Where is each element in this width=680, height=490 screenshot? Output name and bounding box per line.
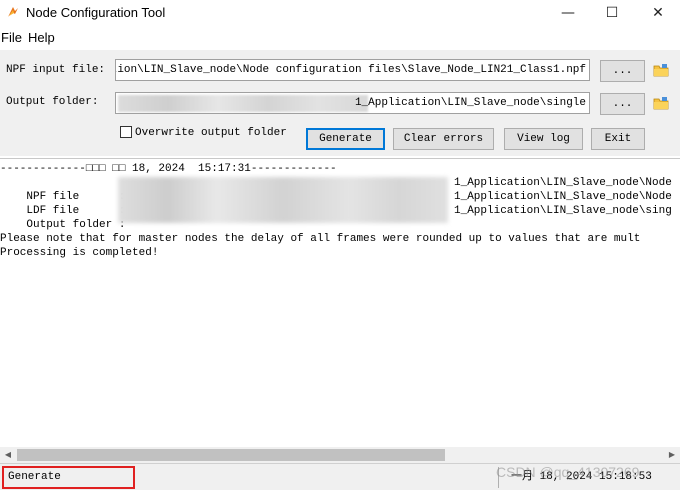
scroll-right-icon[interactable]: ▶ — [664, 447, 680, 463]
window-title: Node Configuration Tool — [26, 5, 166, 20]
title-bar: Node Configuration Tool — ☐ ✕ — [0, 0, 680, 26]
status-bar: Generate successful. 一月 18, 2024 15:18:5… — [0, 463, 680, 490]
output-folder-field[interactable]: 1_Application\LIN_Slave_node\single — [115, 92, 590, 114]
minimize-button[interactable]: — — [546, 0, 590, 26]
scrollbar-thumb[interactable] — [17, 449, 445, 461]
status-message: Generate successful. — [2, 466, 135, 489]
log-row-ldf-value: 1_Application\LIN_Slave_node\Node — [454, 191, 672, 203]
npf-input-field[interactable]: pplication\LIN_Slave_node\Node configura… — [115, 59, 590, 81]
npf-browse-button[interactable]: ... — [600, 60, 645, 82]
output-browse-button[interactable]: ... — [600, 93, 645, 115]
scroll-left-icon[interactable]: ◀ — [0, 447, 16, 463]
log-row-output-value: 1_Application\LIN_Slave_node\sing — [454, 205, 672, 217]
clear-errors-button[interactable]: Clear errors — [393, 128, 494, 150]
menu-bar: File Help — [0, 28, 680, 48]
npf-input-label: NPF input file: — [6, 64, 106, 76]
exit-button[interactable]: Exit — [591, 128, 645, 150]
maximize-button[interactable]: ☐ — [590, 0, 634, 26]
menu-help[interactable]: Help — [28, 30, 55, 45]
redacted-path — [118, 95, 368, 112]
log-note: Please note that for master nodes the de… — [0, 233, 641, 245]
close-button[interactable]: ✕ — [636, 0, 680, 26]
output-folder-icon[interactable] — [653, 96, 669, 110]
view-log-button[interactable]: View log — [504, 128, 583, 150]
redacted-paths — [118, 177, 448, 223]
log-header: -------------□□□ □□ 18, 2024 15:17:31---… — [0, 163, 337, 175]
menu-file[interactable]: File — [1, 30, 22, 45]
overwrite-checkbox[interactable] — [120, 126, 132, 138]
log-completed: Processing is completed! — [0, 247, 159, 259]
log-row-ldf: LDF file : — [26, 205, 126, 217]
generate-button[interactable]: Generate — [306, 128, 385, 150]
config-form: NPF input file: pplication\LIN_Slave_nod… — [0, 50, 680, 156]
log-output[interactable]: -------------□□□ □□ 18, 2024 15:17:31---… — [0, 158, 680, 447]
output-folder-label: Output folder: — [6, 96, 99, 108]
app-icon — [8, 7, 18, 17]
npf-folder-icon[interactable] — [653, 63, 669, 77]
overwrite-label[interactable]: Overwrite output folder — [135, 127, 287, 139]
log-row-npf-value: 1_Application\LIN_Slave_node\Node — [454, 177, 672, 189]
log-row-output: Output folder : — [26, 219, 126, 231]
horizontal-scrollbar[interactable]: ◀ ▶ — [0, 447, 680, 463]
watermark: CSDN @qq_41307269 — [496, 464, 640, 480]
log-row-npf: NPF file : — [26, 191, 126, 203]
